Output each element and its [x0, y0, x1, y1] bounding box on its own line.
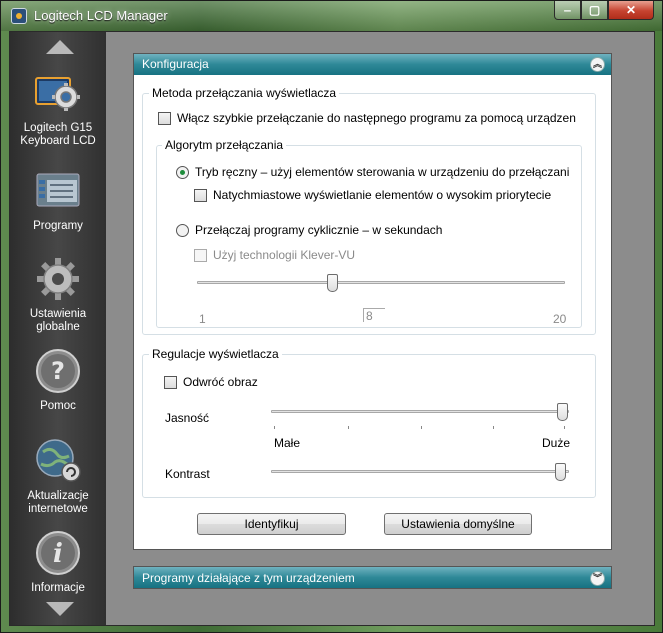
- brightness-high-label: Duże: [542, 436, 571, 450]
- programs-list-icon: [36, 173, 80, 207]
- algorithm-legend: Algorytm przełączania: [162, 138, 287, 152]
- contrast-label: Kontrast: [165, 467, 210, 481]
- brightness-tick: [421, 426, 422, 429]
- cyclic-mode-radio-row[interactable]: Przełączaj programy cyklicznie – w sekun…: [176, 223, 442, 237]
- collapse-chevron-icon[interactable]: ︽: [590, 57, 605, 72]
- algorithm-group: Algorytm przełączania Tryb ręczny – użyj…: [156, 138, 582, 328]
- fast-switch-label: Włącz szybkie przełączanie do następnego…: [177, 111, 576, 125]
- brightness-slider-thumb[interactable]: [557, 403, 568, 421]
- brightness-label: Jasność: [165, 411, 210, 425]
- sidebar-item-label: Pomoc: [40, 400, 76, 412]
- info-icon: i: [36, 531, 80, 575]
- klever-label: Użyj technologii Klever-VU: [213, 248, 356, 262]
- running-programs-title: Programy działające z tym urządzeniem: [142, 571, 355, 585]
- switch-method-legend: Metoda przełączania wyświetlacza: [149, 86, 340, 100]
- config-panel-header[interactable]: Konfiguracja ︽: [134, 54, 611, 75]
- sidebar-scroll-down-icon[interactable]: [46, 602, 74, 616]
- invert-image-label: Odwróć obraz: [183, 375, 258, 389]
- invert-image-checkbox-row[interactable]: Odwróć obraz: [164, 375, 258, 389]
- switch-method-group: Metoda przełączania wyświetlacza Włącz s…: [142, 86, 596, 335]
- sidebar-item-help[interactable]: ? Pomoc: [10, 348, 106, 413]
- instant-priority-checkbox-row[interactable]: Natychmiastowe wyświetlanie elementów o …: [194, 188, 551, 202]
- brightness-tick: [493, 426, 494, 429]
- config-panel-title: Konfiguracja: [142, 57, 209, 71]
- minimize-button[interactable]: ‒: [554, 1, 581, 20]
- cyclic-mode-label: Przełączaj programy cyklicznie – w sekun…: [195, 223, 443, 237]
- fast-switch-checkbox[interactable]: [158, 111, 171, 125]
- cyclic-mode-radio[interactable]: [176, 223, 189, 237]
- manual-mode-radio-row[interactable]: Tryb ręczny – użyj elementów sterowania …: [176, 165, 569, 179]
- sidebar-item-label: Informacje: [31, 582, 85, 594]
- brightness-low-label: Małe: [274, 436, 301, 450]
- cycle-seconds-value: 8: [363, 308, 385, 323]
- app-window: Logitech LCD Manager ‒ ▢ ✕ Logitech G15 …: [0, 0, 663, 633]
- client-area: Logitech G15 Keyboard LCD Programy Ustaw…: [9, 31, 655, 626]
- manual-mode-radio[interactable]: [176, 165, 189, 179]
- manual-mode-label: Tryb ręczny – użyj elementów sterowania …: [195, 165, 570, 179]
- contrast-slider-thumb[interactable]: [555, 463, 566, 481]
- brightness-slider-track[interactable]: [271, 410, 569, 413]
- display-adjust-legend: Regulacje wyświetlacza: [149, 347, 282, 361]
- window-title: Logitech LCD Manager: [34, 8, 168, 23]
- sidebar-item-label: Programy: [33, 220, 83, 232]
- running-programs-panel-header[interactable]: Programy działające z tym urządzeniem ︾: [133, 566, 612, 589]
- restore-defaults-button[interactable]: Ustawienia domyślne: [384, 513, 532, 535]
- config-panel: Konfiguracja ︽ Metoda przełączania wyświ…: [133, 53, 612, 550]
- sidebar-item-label: Keyboard LCD: [20, 135, 96, 147]
- brightness-tick: [564, 426, 565, 429]
- instant-priority-checkbox[interactable]: [194, 188, 207, 202]
- sidebar-scroll-up-icon[interactable]: [46, 40, 74, 54]
- instant-priority-label: Natychmiastowe wyświetlanie elementów o …: [213, 188, 552, 202]
- maximize-icon: ▢: [588, 3, 601, 17]
- sidebar-item-label: Ustawienia: [29, 308, 87, 320]
- sidebar-item-programs[interactable]: Programy: [10, 168, 106, 233]
- klever-checkbox-row[interactable]: Użyj technologii Klever-VU: [194, 248, 355, 262]
- fast-switch-checkbox-row[interactable]: Włącz szybkie przełączanie do następnego…: [158, 111, 576, 125]
- gear-monitor-icon: [35, 77, 80, 111]
- identify-button[interactable]: Identyfikuj: [197, 513, 346, 535]
- cycle-seconds-slider-track[interactable]: [197, 281, 565, 284]
- app-icon: [11, 8, 27, 24]
- sidebar-item-global-settings[interactable]: Ustawienia globalne: [10, 256, 106, 334]
- invert-image-checkbox[interactable]: [164, 375, 177, 389]
- expand-chevron-icon[interactable]: ︾: [590, 571, 605, 586]
- display-adjust-group: Regulacje wyświetlacza Odwróć obraz Jasn…: [142, 347, 596, 498]
- window-controls: ‒ ▢ ✕: [554, 1, 654, 21]
- brightness-tick: [274, 426, 275, 429]
- contrast-slider-track[interactable]: [271, 470, 569, 473]
- globe-update-icon: [36, 439, 81, 482]
- sidebar: Logitech G15 Keyboard LCD Programy Ustaw…: [10, 32, 106, 625]
- svg-text:?: ?: [51, 357, 65, 385]
- title-bar[interactable]: Logitech LCD Manager ‒ ▢ ✕: [1, 1, 662, 31]
- sidebar-item-label: Aktualizacje: [27, 490, 89, 502]
- sidebar-item-internet-updates[interactable]: Aktualizacje internetowe: [10, 438, 106, 516]
- sidebar-item-label: internetowe: [28, 503, 88, 515]
- help-icon: ?: [36, 349, 80, 393]
- gear-icon: [37, 258, 79, 300]
- cycle-seconds-slider-thumb[interactable]: [327, 274, 338, 292]
- maximize-button[interactable]: ▢: [581, 1, 608, 20]
- svg-text:i: i: [53, 539, 63, 569]
- klever-checkbox[interactable]: [194, 248, 207, 262]
- cycle-seconds-min-label: 1: [199, 312, 206, 326]
- sidebar-item-information[interactable]: i Informacje: [10, 530, 106, 595]
- close-icon: ✕: [625, 3, 637, 17]
- close-button[interactable]: ✕: [608, 1, 654, 20]
- minimize-icon: ‒: [564, 3, 571, 17]
- sidebar-item-g15-keyboard-lcd[interactable]: Logitech G15 Keyboard LCD: [10, 70, 106, 148]
- brightness-tick: [348, 426, 349, 429]
- sidebar-item-label: globalne: [36, 321, 80, 333]
- cycle-seconds-max-label: 20: [553, 312, 567, 326]
- sidebar-item-label: Logitech G15: [23, 122, 93, 134]
